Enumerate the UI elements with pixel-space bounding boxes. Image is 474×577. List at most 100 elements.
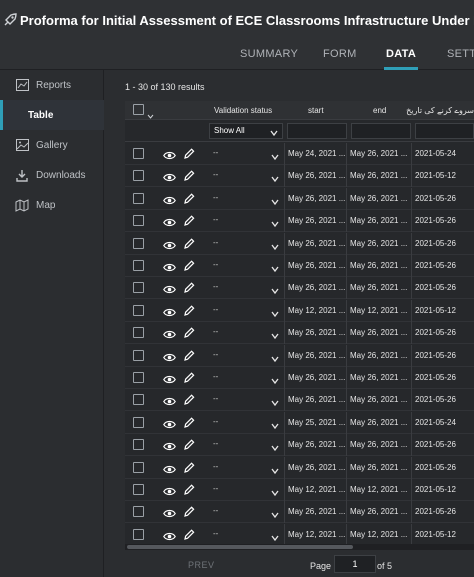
pencil-icon[interactable] bbox=[183, 281, 195, 294]
eye-icon[interactable] bbox=[163, 260, 176, 272]
row-checkbox[interactable] bbox=[133, 528, 144, 540]
pencil-icon[interactable] bbox=[183, 192, 195, 205]
validation-status-select[interactable]: -- bbox=[209, 277, 283, 299]
table-row: -- May 26, 2021 ... May 26, 2021 ... 2021-0… bbox=[125, 255, 474, 277]
table-row: -- May 26, 2021 ... May 26, 2021 ... 2021-0… bbox=[125, 277, 474, 300]
eye-icon[interactable] bbox=[163, 282, 176, 294]
validation-status-select[interactable]: -- bbox=[209, 255, 283, 277]
validation-status-select[interactable]: -- bbox=[209, 188, 283, 210]
eye-icon[interactable] bbox=[163, 170, 176, 182]
tab-settings[interactable]: SETTI bbox=[447, 40, 474, 70]
start-filter-input[interactable] bbox=[287, 123, 347, 139]
validation-filter-select[interactable]: Show All bbox=[209, 123, 283, 139]
eye-icon[interactable] bbox=[163, 372, 176, 384]
row-checkbox[interactable] bbox=[133, 349, 144, 361]
pencil-icon[interactable] bbox=[183, 259, 195, 272]
map-icon bbox=[15, 198, 29, 212]
row-checkbox[interactable] bbox=[133, 461, 144, 473]
row-checkbox[interactable] bbox=[133, 484, 144, 495]
row-checkbox[interactable] bbox=[133, 282, 144, 294]
row-checkbox[interactable] bbox=[133, 237, 144, 249]
row-checkbox[interactable] bbox=[133, 416, 144, 428]
row-checkbox[interactable] bbox=[133, 192, 144, 204]
page-number-input[interactable]: 1 bbox=[334, 555, 376, 573]
tab-data[interactable]: DATA bbox=[383, 40, 419, 70]
pencil-icon[interactable] bbox=[183, 393, 195, 406]
eye-icon[interactable] bbox=[163, 350, 176, 361]
chevron-down-icon[interactable] bbox=[147, 107, 154, 119]
sidebar-item-reports[interactable]: Reports bbox=[0, 70, 104, 100]
pencil-icon[interactable] bbox=[183, 461, 195, 474]
tab-summary[interactable]: SUMMARY bbox=[240, 40, 298, 70]
sidebar-item-gallery[interactable]: Gallery bbox=[0, 130, 104, 160]
survey-date-filter-input[interactable] bbox=[415, 123, 474, 139]
pencil-icon[interactable] bbox=[183, 438, 195, 451]
validation-status-select[interactable]: -- bbox=[209, 143, 283, 165]
validation-status-select[interactable]: -- bbox=[209, 389, 283, 411]
eye-icon[interactable] bbox=[163, 193, 176, 204]
horizontal-scrollbar[interactable] bbox=[125, 544, 474, 550]
pencil-icon[interactable] bbox=[183, 169, 195, 182]
row-checkbox[interactable] bbox=[133, 439, 144, 451]
eye-icon[interactable] bbox=[163, 529, 176, 540]
pencil-icon[interactable] bbox=[183, 505, 195, 518]
pencil-icon[interactable] bbox=[183, 349, 195, 362]
validation-status-select[interactable]: -- bbox=[209, 434, 283, 456]
sidebar-item-table[interactable]: Table bbox=[0, 100, 104, 130]
pencil-icon[interactable] bbox=[183, 214, 195, 227]
eye-icon[interactable] bbox=[163, 462, 176, 473]
scrollbar-thumb[interactable] bbox=[127, 545, 353, 549]
validation-status-select[interactable]: -- bbox=[209, 210, 283, 232]
validation-status-select[interactable]: -- bbox=[209, 165, 283, 187]
eye-icon[interactable] bbox=[163, 484, 176, 496]
row-checkbox[interactable] bbox=[133, 372, 144, 383]
validation-status-select[interactable]: -- bbox=[209, 524, 283, 546]
pencil-icon[interactable] bbox=[183, 147, 195, 160]
eye-icon[interactable] bbox=[163, 439, 176, 451]
eye-icon[interactable] bbox=[163, 148, 176, 160]
validation-status-select[interactable]: -- bbox=[209, 300, 283, 322]
pencil-icon[interactable] bbox=[183, 326, 195, 339]
column-header-validation[interactable]: Validation status bbox=[214, 101, 272, 120]
validation-status-select[interactable]: -- bbox=[209, 457, 283, 479]
eye-icon[interactable] bbox=[163, 327, 176, 339]
eye-icon[interactable] bbox=[163, 215, 176, 227]
pencil-icon[interactable] bbox=[183, 304, 195, 317]
eye-icon[interactable] bbox=[163, 238, 176, 249]
row-checkbox[interactable] bbox=[133, 304, 144, 316]
eye-icon[interactable] bbox=[163, 506, 176, 518]
pencil-icon[interactable] bbox=[183, 528, 195, 541]
validation-status-select[interactable]: -- bbox=[209, 412, 283, 434]
select-all-checkbox[interactable] bbox=[133, 104, 144, 115]
pencil-icon[interactable] bbox=[183, 483, 195, 496]
column-header-survey-date[interactable]: سروے کرنے کی تاریخ bbox=[406, 101, 474, 120]
row-checkbox[interactable] bbox=[133, 215, 144, 227]
row-checkbox[interactable] bbox=[133, 260, 144, 271]
eye-icon[interactable] bbox=[163, 305, 176, 316]
row-checkbox[interactable] bbox=[133, 327, 144, 339]
row-checkbox[interactable] bbox=[133, 170, 144, 182]
sidebar-item-map[interactable]: Map bbox=[0, 190, 104, 220]
sidebar-item-downloads[interactable]: Downloads bbox=[0, 160, 104, 190]
table-row: -- May 26, 2021 ... May 26, 2021 ... 2021-0… bbox=[125, 434, 474, 457]
tab-form[interactable]: FORM bbox=[323, 40, 357, 70]
pencil-icon[interactable] bbox=[183, 371, 195, 384]
pencil-icon[interactable] bbox=[183, 237, 195, 250]
row-checkbox[interactable] bbox=[133, 148, 144, 159]
validation-status-select[interactable]: -- bbox=[209, 233, 283, 255]
column-header-end[interactable]: end bbox=[373, 101, 386, 120]
column-header-start[interactable]: start bbox=[308, 101, 324, 120]
row-checkbox[interactable] bbox=[133, 394, 144, 406]
validation-status-select[interactable]: -- bbox=[209, 367, 283, 389]
validation-status-select[interactable]: -- bbox=[209, 479, 283, 501]
validation-status-select[interactable]: -- bbox=[209, 345, 283, 367]
pencil-icon[interactable] bbox=[183, 416, 195, 429]
prev-page-button[interactable]: PREV bbox=[188, 560, 215, 570]
rocket-icon bbox=[2, 8, 18, 32]
row-checkbox[interactable] bbox=[133, 506, 144, 518]
eye-icon[interactable] bbox=[163, 394, 176, 406]
validation-status-select[interactable]: -- bbox=[209, 501, 283, 523]
eye-icon[interactable] bbox=[163, 417, 176, 428]
validation-status-select[interactable]: -- bbox=[209, 322, 283, 344]
end-filter-input[interactable] bbox=[351, 123, 411, 139]
